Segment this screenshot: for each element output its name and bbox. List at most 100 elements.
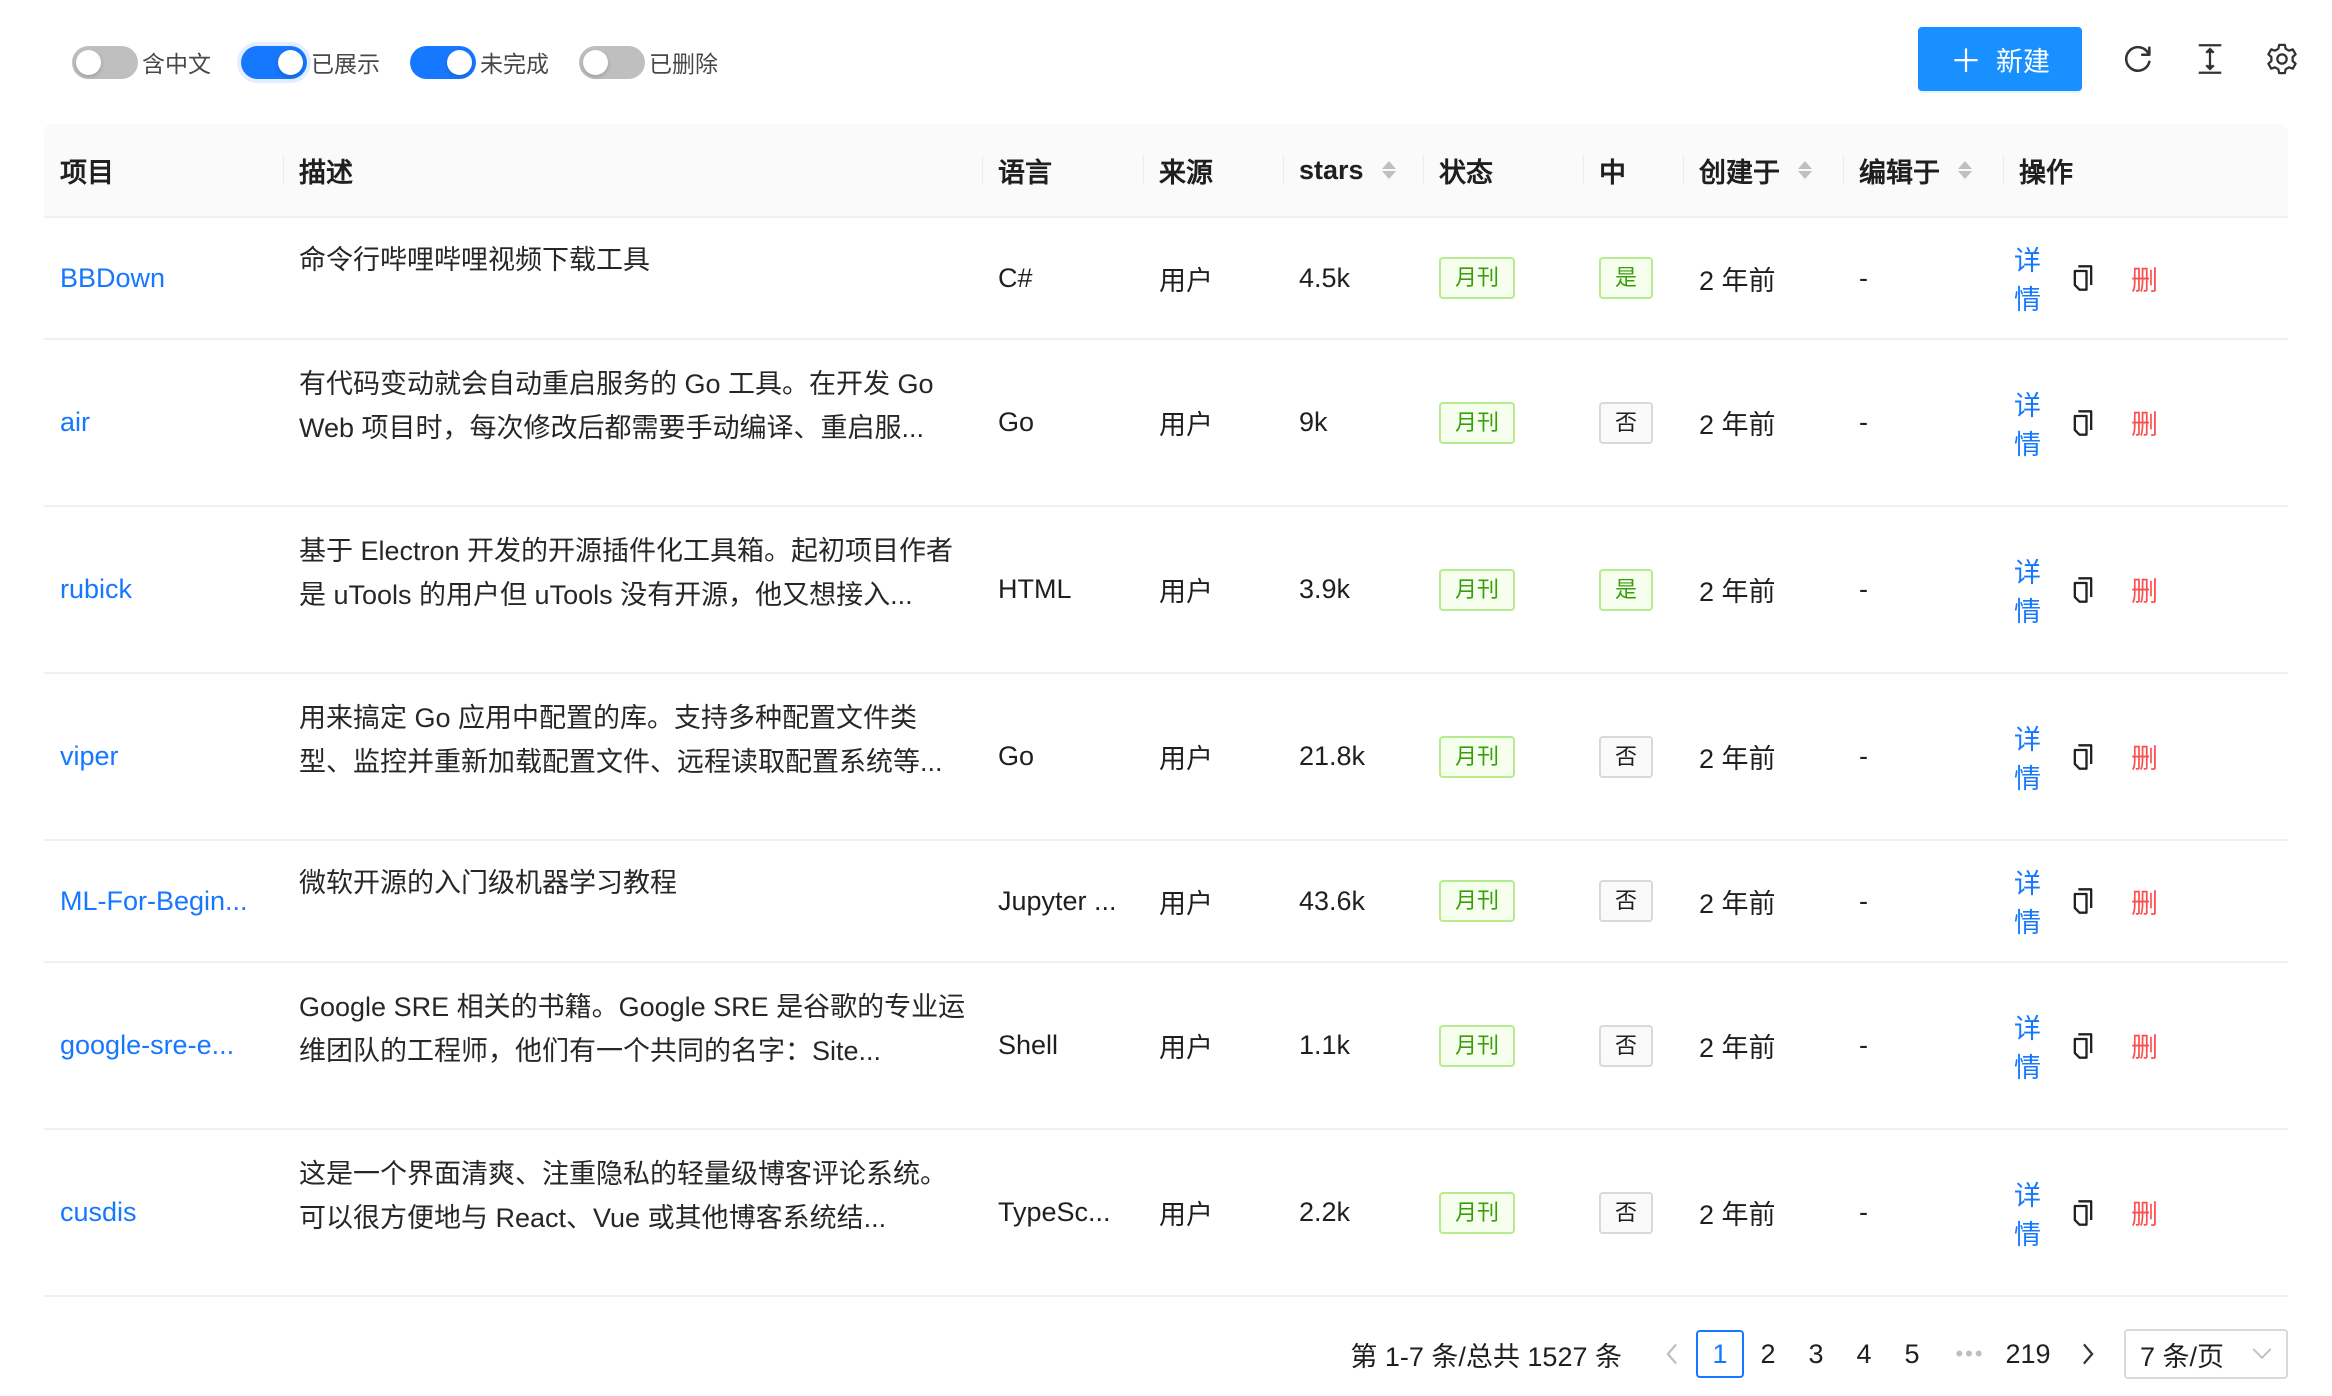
switch-displayed[interactable] xyxy=(241,45,307,79)
plus-icon: ＋ xyxy=(1949,43,1982,79)
delete-link[interactable]: 删 xyxy=(2131,1026,2158,1065)
page-last[interactable]: 219 xyxy=(2004,1330,2052,1378)
filter-toolbar: 含中文 已展示 未完成 已删除 xyxy=(72,36,748,88)
delete-link[interactable]: 删 xyxy=(2131,259,2158,298)
pagination-total: 第 1-7 条/总共 1527 条 xyxy=(1350,1341,1622,1372)
cell-created: 2 年前 xyxy=(1683,963,1843,1128)
table-row: google-sre-e... Google SRE 相关的书籍。Google S… xyxy=(44,963,2288,1130)
header-label: 语言 xyxy=(998,157,1052,188)
pagination: 第 1-7 条/总共 1527 条 1 2 3 4 5 ••• 219 7 条/… xyxy=(1350,1328,2288,1380)
density-button[interactable] xyxy=(2192,41,2228,77)
detail-link[interactable]: 详情 xyxy=(2014,384,2041,462)
copy-button[interactable] xyxy=(2071,409,2095,437)
copy-button[interactable] xyxy=(2071,264,2095,292)
switch-contains-chinese[interactable] xyxy=(72,45,138,79)
project-link[interactable]: cusdis xyxy=(60,1197,137,1228)
column-header-stars[interactable]: stars xyxy=(1283,124,1423,216)
cell-edited: - xyxy=(1843,841,2003,961)
header-label: 状态 xyxy=(1439,157,1493,188)
page-jump-next[interactable]: ••• xyxy=(1946,1330,1994,1378)
page-2[interactable]: 2 xyxy=(1744,1330,1792,1378)
project-link[interactable]: google-sre-e... xyxy=(60,1030,234,1061)
table-row: viper 用来搞定 Go 应用中配置的库。支持多种配置文件类型、监控并重新加载配… xyxy=(44,674,2288,841)
detail-link[interactable]: 详情 xyxy=(2014,1174,2041,1252)
cell-stars: 21.8k xyxy=(1283,674,1423,839)
switch-incomplete[interactable] xyxy=(410,45,476,79)
delete-link[interactable]: 删 xyxy=(2131,882,2158,921)
copy-button[interactable] xyxy=(2071,1032,2095,1060)
project-description: 命令行哔哩哔哩视频下载工具 xyxy=(299,245,650,275)
settings-button[interactable] xyxy=(2264,41,2300,77)
cell-lang: Jupyter ... xyxy=(982,841,1143,961)
cell-edited: - xyxy=(1843,507,2003,672)
next-page-button[interactable] xyxy=(2064,1330,2112,1378)
chinese-tag: 否 xyxy=(1599,735,1654,778)
cell-project: rubick xyxy=(44,507,283,672)
detail-link[interactable]: 详情 xyxy=(2014,718,2041,796)
column-header-source: 来源 xyxy=(1143,124,1283,216)
stars: 3.9k xyxy=(1299,574,1351,604)
project-link[interactable]: rubick xyxy=(60,574,132,605)
column-header-ops: 操作 xyxy=(2003,124,2188,216)
switch-deleted[interactable] xyxy=(579,45,645,79)
delete-link[interactable]: 删 xyxy=(2131,403,2158,442)
toggle-displayed[interactable]: 已展示 xyxy=(241,45,380,79)
page-4[interactable]: 4 xyxy=(1840,1330,1888,1378)
page-1[interactable]: 1 xyxy=(1696,1330,1744,1378)
cell-edited: - xyxy=(1843,674,2003,839)
copy-button[interactable] xyxy=(2071,576,2095,604)
prev-page-button[interactable] xyxy=(1648,1330,1696,1378)
project-link[interactable]: air xyxy=(60,407,90,438)
detail-link[interactable]: 详情 xyxy=(2014,862,2041,940)
chevron-down-icon xyxy=(2252,1348,2272,1360)
cell-status: 月刊 xyxy=(1423,841,1583,961)
chinese-tag: 是 xyxy=(1599,568,1654,611)
delete-link[interactable]: 删 xyxy=(2131,1193,2158,1232)
cell-created: 2 年前 xyxy=(1683,340,1843,505)
project-description: 基于 Electron 开发的开源插件化工具箱。起初项目作者是 uTools 的… xyxy=(299,536,954,610)
reload-button[interactable] xyxy=(2120,41,2156,77)
toggle-deleted[interactable]: 已删除 xyxy=(579,45,718,79)
source: 用户 xyxy=(1159,1200,1213,1230)
cell-lang: HTML xyxy=(982,507,1143,672)
copy-icon xyxy=(2073,1199,2093,1226)
project-link[interactable]: ML-For-Begin... xyxy=(60,886,248,917)
project-description: Google SRE 相关的书籍。Google SRE 是谷歌的专业运维团队的工… xyxy=(299,992,966,1066)
cell-project: viper xyxy=(44,674,283,839)
column-header-zh: 中 xyxy=(1583,124,1683,216)
project-link[interactable]: BBDown xyxy=(60,263,165,294)
cell-zh: 是 xyxy=(1583,218,1683,338)
delete-link[interactable]: 删 xyxy=(2131,570,2158,609)
switch-knob xyxy=(447,49,472,75)
column-header-edited[interactable]: 编辑于 xyxy=(1843,124,2003,216)
sort-icon[interactable] xyxy=(1958,161,1972,179)
project-link[interactable]: viper xyxy=(60,741,119,772)
detail-link[interactable]: 详情 xyxy=(2014,239,2041,317)
delete-link[interactable]: 删 xyxy=(2131,737,2158,776)
sort-icon[interactable] xyxy=(1798,161,1812,179)
edited-at: - xyxy=(1859,262,1868,293)
cell-created: 2 年前 xyxy=(1683,841,1843,961)
edited-at: - xyxy=(1859,407,1868,437)
stars: 4.5k xyxy=(1299,262,1351,293)
page-size-select[interactable]: 7 条/页 xyxy=(2124,1329,2288,1379)
page-5[interactable]: 5 xyxy=(1888,1330,1936,1378)
page-3[interactable]: 3 xyxy=(1792,1330,1840,1378)
copy-button[interactable] xyxy=(2071,887,2095,915)
status-tag: 月刊 xyxy=(1439,735,1516,778)
header-label: stars xyxy=(1299,154,1364,185)
copy-button[interactable] xyxy=(2071,1199,2095,1227)
detail-link[interactable]: 详情 xyxy=(2014,551,2041,629)
language: C# xyxy=(998,262,1033,293)
cell-zh: 否 xyxy=(1583,674,1683,839)
source: 用户 xyxy=(1159,888,1213,919)
sort-icon[interactable] xyxy=(1381,161,1396,179)
detail-link[interactable]: 详情 xyxy=(2014,1007,2041,1085)
toggle-contains-chinese[interactable]: 含中文 xyxy=(72,45,211,79)
toggle-incomplete[interactable]: 未完成 xyxy=(410,45,549,79)
copy-button[interactable] xyxy=(2071,743,2095,771)
created-at: 2 年前 xyxy=(1699,744,1776,774)
cell-desc: 用来搞定 Go 应用中配置的库。支持多种配置文件类型、监控并重新加载配置文件、远… xyxy=(283,674,982,839)
new-button[interactable]: ＋ 新建 xyxy=(1918,27,2082,91)
column-header-created[interactable]: 创建于 xyxy=(1683,124,1843,216)
